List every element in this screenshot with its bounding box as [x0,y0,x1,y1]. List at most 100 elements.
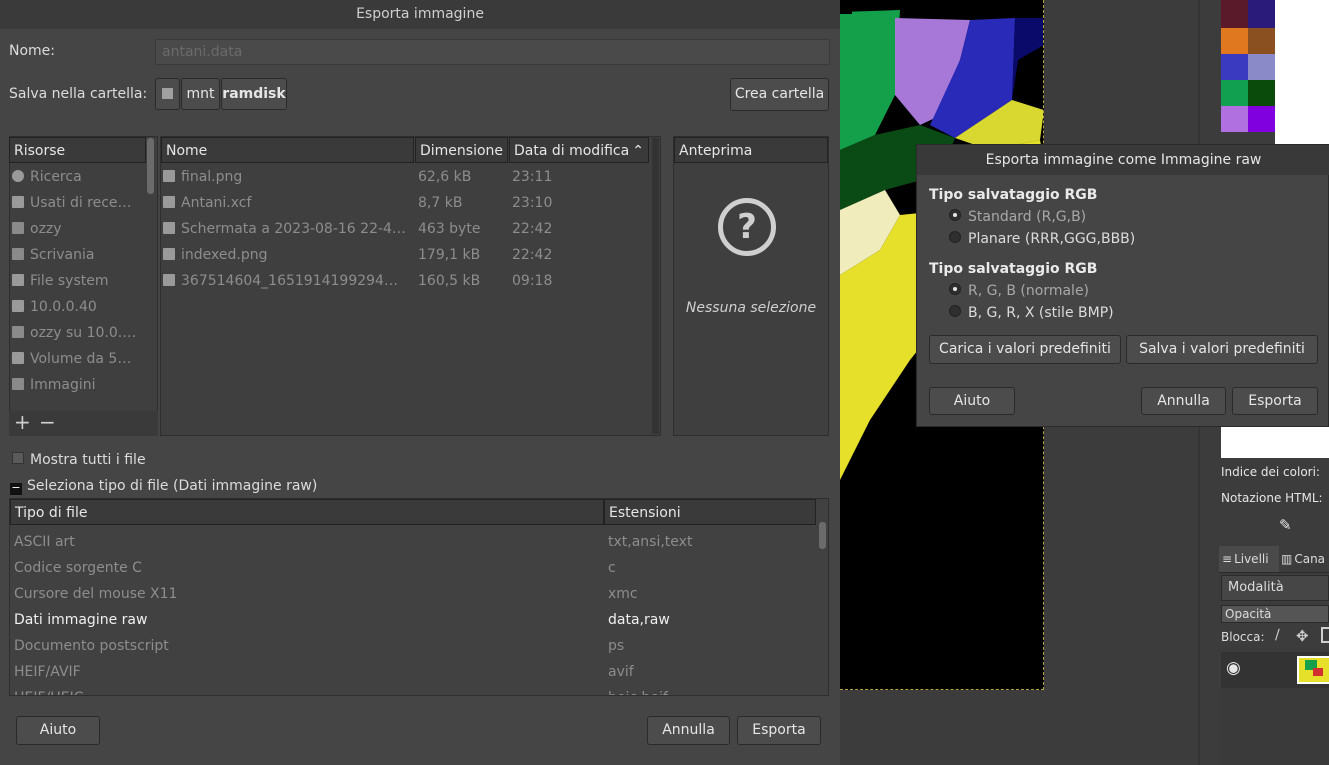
folder-label: Salva nella cartella: [9,86,148,102]
image-file-icon [163,170,175,182]
file-type-expander[interactable]: − Seleziona tipo di file (Dati immagine r… [10,478,317,495]
palette-swatch[interactable] [1248,106,1275,132]
file-row[interactable]: final.png 62,6 kB 23:11 [160,164,650,190]
places-list: Ricerca Usati di rece… ozzy Scrivania Fi… [12,164,146,398]
checkbox-icon [12,452,24,464]
file-row[interactable]: indexed.png 179,1 kB 22:42 [160,242,650,268]
dialog-title: Esporta immagine [0,0,840,29]
folder-icon [12,222,24,234]
lock-alpha-icon[interactable] [1321,627,1329,643]
folder-icon [12,248,24,260]
radio-rgb-normal[interactable]: R, G, B (normale) [949,283,1089,299]
palette-swatch[interactable] [1221,106,1248,132]
palette-swatch[interactable] [1248,80,1275,106]
lock-position-icon[interactable]: ✥ [1296,627,1309,645]
column-file-type[interactable]: Tipo di file [10,499,604,525]
image-file-icon [163,274,175,286]
path-button-mnt[interactable]: mnt [181,78,220,110]
palette-swatch[interactable] [1221,80,1248,106]
image-file-icon [163,248,175,260]
type-row[interactable]: Codice sorgente Cc [10,555,816,581]
raw-export-button[interactable]: Esporta [1232,387,1318,415]
palette-swatch[interactable] [1221,0,1248,28]
save-defaults-button[interactable]: Salva i valori predefiniti [1126,335,1318,364]
search-icon [12,170,24,182]
radio-bgrx[interactable]: B, G, R, X (stile BMP) [949,305,1114,321]
image-file-icon [163,222,175,234]
palette-swatch[interactable] [1221,28,1248,54]
raw-help-button[interactable]: Aiuto [929,387,1015,415]
preview-panel [673,136,829,436]
cancel-button[interactable]: Annulla [647,716,730,745]
show-all-checkbox[interactable]: Mostra tutti i file [12,452,146,468]
place-item[interactable]: ozzy [12,216,146,242]
export-dialog: Esporta immagine Nome: antani.data Salva… [0,0,840,765]
mode-select[interactable]: Modalità [1221,575,1329,601]
eye-icon[interactable]: ◉ [1226,658,1241,678]
layer-row[interactable]: ◉ [1221,652,1329,688]
place-item[interactable]: File system [12,268,146,294]
raw-cancel-button[interactable]: Annulla [1141,387,1226,415]
column-size[interactable]: Dimensione [415,137,508,163]
radio-unchecked-icon [949,305,961,317]
files-scrollbar[interactable] [652,138,659,434]
type-row[interactable]: Cursore del mouse X11 xmc [10,581,816,607]
file-row[interactable]: Schermata a 2023-08-16 22-4… 463 byte 22… [160,216,650,242]
path-root-button[interactable] [155,78,180,110]
question-icon: ? [718,198,776,256]
place-item[interactable]: Usati di rece… [12,190,146,216]
group1-title: Tipo salvataggio RGB [929,187,1098,203]
folder-icon [12,378,24,390]
palette-swatch[interactable] [1248,0,1275,28]
types-scrollbar[interactable] [819,522,826,549]
palette-swatch[interactable] [1248,54,1275,80]
network-icon [12,300,24,312]
lock-label: Blocca: [1221,630,1265,644]
edit-color-icon[interactable]: ✎ [1279,516,1292,534]
file-row[interactable]: 367514604_1651914199294… 160,5 kB 09:18 [160,268,650,294]
opacity-slider[interactable]: Opacità [1221,605,1329,623]
place-item[interactable]: Volume da 5… [12,346,146,372]
color-index-label: Indice dei colori: [1221,465,1320,479]
recent-icon [12,196,24,208]
places-scrollbar[interactable] [147,138,154,194]
type-row[interactable]: HEIF/AVIF avif [10,659,816,685]
radio-standard[interactable]: Standard (R,G,B) [949,209,1086,225]
help-button[interactable]: Aiuto [16,716,100,745]
place-item[interactable]: Immagini [12,372,146,398]
path-button-ramdisk[interactable]: ramdisk [221,78,287,110]
radio-unchecked-icon [949,231,961,243]
layers-list-area [1221,688,1329,765]
type-row[interactable]: ASCII art txt,ansi,text [10,529,816,555]
place-item[interactable]: Scrivania [12,242,146,268]
filename-input[interactable]: antani.data [155,39,830,65]
column-modified[interactable]: Data di modifica ⌃ [509,137,649,163]
layer-thumbnail [1297,656,1329,684]
palette-grid[interactable] [1221,0,1275,145]
lock-pixels-icon[interactable]: ∕ [1275,627,1280,643]
palette-swatch[interactable] [1248,28,1275,54]
create-folder-button[interactable]: Crea cartella [730,78,829,111]
place-item[interactable]: Ricerca [12,164,146,190]
drive-icon [12,352,24,364]
drive-icon [12,274,24,286]
remove-place-icon[interactable]: − [39,410,56,434]
place-item[interactable]: ozzy su 10.0.… [12,320,146,346]
add-place-icon[interactable]: + [14,410,31,434]
column-extensions[interactable]: Estensioni [604,499,816,525]
tab-channels[interactable]: ▥ Cana [1281,546,1329,572]
file-row[interactable]: Antani.xcf 8,7 kB 23:10 [160,190,650,216]
raw-dialog-title: Esporta immagine come Immagine raw [917,145,1329,175]
palette-swatch[interactable] [1221,54,1248,80]
place-item[interactable]: 10.0.0.40 [12,294,146,320]
tab-layers[interactable]: ≡ Livelli [1219,546,1279,572]
column-name[interactable]: Nome [161,137,414,163]
load-defaults-button[interactable]: Carica i valori predefiniti [929,335,1121,364]
type-row[interactable]: HEIF/HEICheic,heif [10,685,816,695]
type-row[interactable]: Documento postscript ps [10,633,816,659]
type-row-selected[interactable]: Dati immagine raw data,raw [10,607,816,633]
group2-title: Tipo salvataggio RGB [929,261,1098,277]
radio-checked-icon [949,283,961,295]
export-button[interactable]: Esporta [737,716,821,745]
radio-planar[interactable]: Planare (RRR,GGG,BBB) [949,231,1135,247]
